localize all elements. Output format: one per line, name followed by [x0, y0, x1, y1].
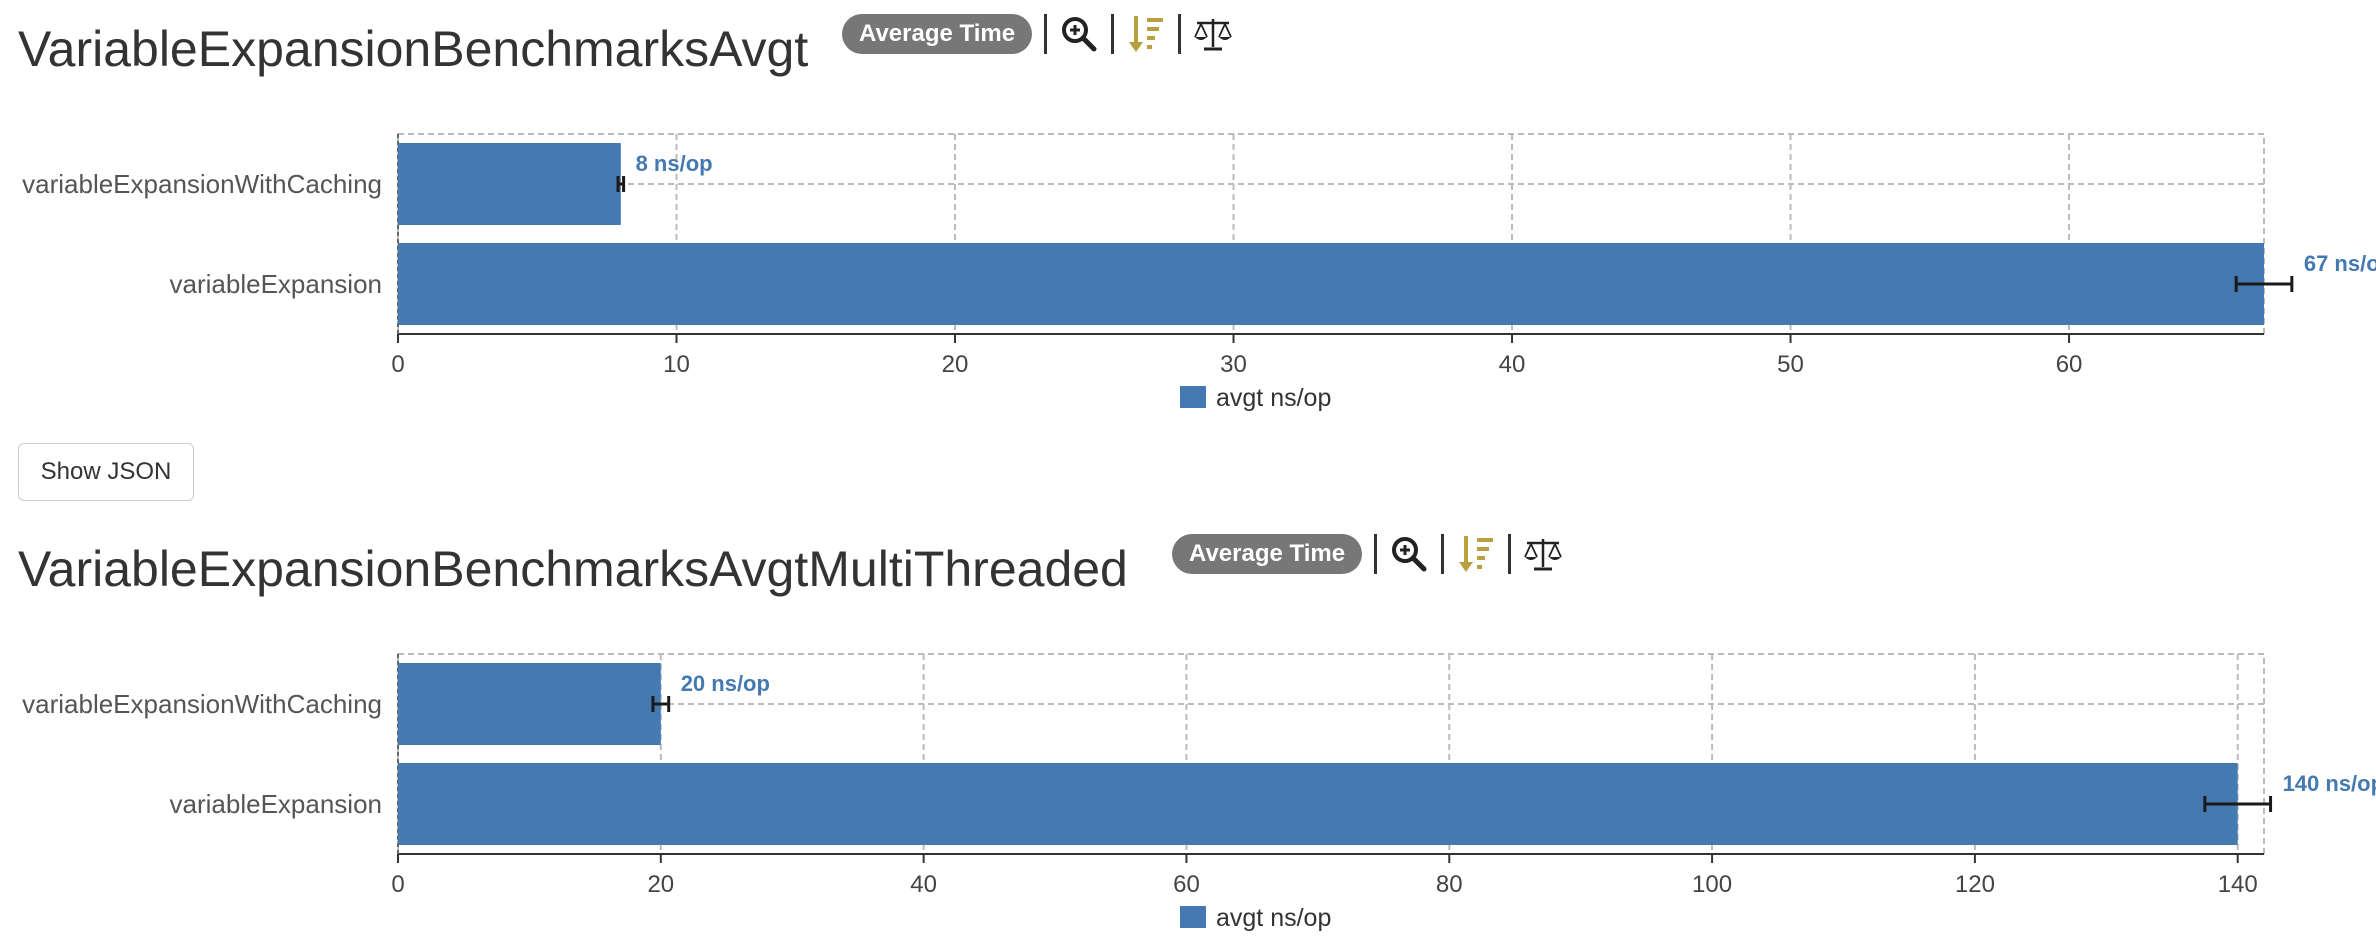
x-tick-label: 60 [2056, 351, 2083, 378]
legend-swatch [1180, 906, 1206, 928]
category-label: variableExpansion [170, 269, 382, 299]
legend-swatch [1180, 386, 1206, 408]
x-tick-label: 40 [1499, 351, 1526, 378]
category-label: variableExpansionWithCaching [22, 169, 382, 199]
mode-badge: Average Time [842, 14, 1033, 54]
header-tools: Average Time [1172, 534, 1563, 574]
data-label: 8 ns/op [636, 151, 713, 176]
mode-badge: Average Time [1172, 534, 1363, 574]
toolbar-divider [1178, 14, 1182, 54]
zoom-in-icon[interactable] [1059, 14, 1099, 54]
show-json-button[interactable]: Show JSON [18, 443, 194, 501]
benchmark-title: VariableExpansionBenchmarksAvgtMultiThre… [18, 541, 1128, 597]
x-tick-label: 60 [1173, 871, 1200, 898]
x-tick-label: 120 [1955, 871, 1995, 898]
benchmark-header: VariableExpansionBenchmarksAvgt Average … [0, 0, 2376, 80]
x-tick-label: 20 [647, 871, 674, 898]
legend-label: avgt ns/op [1216, 384, 1331, 412]
x-tick-label: 100 [1692, 871, 1732, 898]
sort-descending-icon[interactable] [1456, 534, 1496, 574]
x-tick-label: 10 [663, 351, 690, 378]
benchmark-title: VariableExpansionBenchmarksAvgt [18, 21, 809, 77]
bar-chart: 0 10 20 30 40 50 60 variableExpansionWithCachin… [22, 133, 2376, 412]
x-tick-label: 80 [1436, 871, 1463, 898]
zoom-in-icon[interactable] [1389, 534, 1429, 574]
bar [398, 763, 2238, 845]
bar [398, 663, 661, 745]
balance-scale-icon[interactable] [1523, 534, 1563, 574]
x-tick-label: 20 [942, 351, 969, 378]
data-label: 140 ns/op [2283, 771, 2376, 796]
balance-scale-icon[interactable] [1193, 14, 1233, 54]
toolbar-divider [1374, 534, 1378, 574]
category-label: variableExpansion [170, 789, 382, 819]
benchmark-header: VariableExpansionBenchmarksAvgtMultiThre… [0, 520, 2376, 600]
x-tick-label: 40 [910, 871, 937, 898]
toolbar-divider [1044, 14, 1048, 54]
x-tick-label: 50 [1777, 351, 1804, 378]
benchmark-section: VariableExpansionBenchmarksAvgtMultiThre… [0, 520, 2376, 952]
toolbar-divider [1441, 534, 1445, 574]
toolbar-divider [1508, 534, 1512, 574]
toolbar-divider [1111, 14, 1115, 54]
x-tick-label: 0 [391, 871, 404, 898]
category-label: variableExpansionWithCaching [22, 689, 382, 719]
bar [398, 243, 2264, 325]
x-tick-label: 30 [1220, 351, 1247, 378]
bar-chart: 0 20 40 60 80 100 120 140 variableExpansionWithC… [22, 653, 2376, 932]
legend-label: avgt ns/op [1216, 904, 1331, 932]
data-label: 20 ns/op [681, 671, 770, 696]
benchmark-section: VariableExpansionBenchmarksAvgt Average … [0, 0, 2376, 430]
header-tools: Average Time [842, 14, 1233, 54]
data-label: 67 ns/op [2304, 251, 2376, 276]
x-tick-label: 140 [2218, 871, 2258, 898]
sort-descending-icon[interactable] [1126, 14, 1166, 54]
x-tick-label: 0 [391, 351, 404, 378]
bar [398, 143, 621, 225]
